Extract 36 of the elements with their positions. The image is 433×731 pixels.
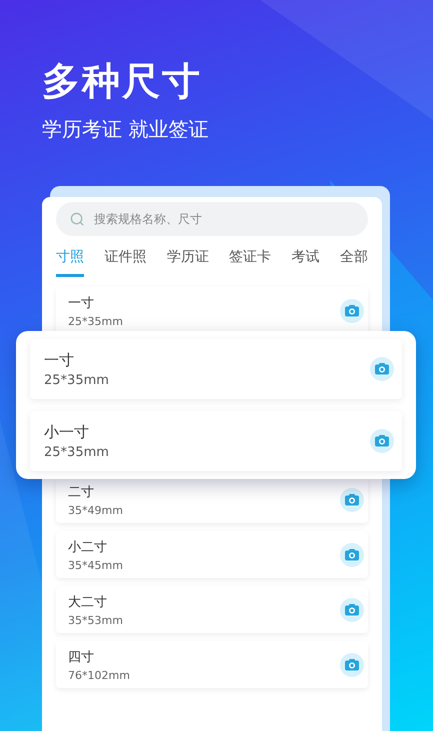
- camera-icon[interactable]: [340, 488, 364, 512]
- camera-icon[interactable]: [340, 298, 364, 322]
- size-card[interactable]: 大二寸 35*53mm: [56, 586, 368, 633]
- size-card[interactable]: 小二寸 35*45mm: [56, 531, 368, 578]
- size-card[interactable]: 四寸 76*102mm: [56, 641, 368, 688]
- camera-icon[interactable]: [340, 598, 364, 622]
- category-tab[interactable]: 证件照: [104, 244, 146, 277]
- search-field[interactable]: 搜索规格名称、尺寸: [56, 202, 368, 236]
- size-card[interactable]: 一寸 25*35mm: [56, 287, 368, 334]
- camera-icon[interactable]: [340, 652, 364, 676]
- camera-icon[interactable]: [370, 429, 394, 453]
- camera-icon[interactable]: [370, 357, 394, 381]
- size-name: 大二寸: [68, 594, 108, 610]
- size-name: 二寸: [68, 484, 95, 500]
- size-dimensions: 35*49mm: [68, 504, 123, 516]
- size-dimensions: 25*35mm: [44, 372, 109, 388]
- size-card[interactable]: 二寸 35*49mm: [56, 476, 368, 523]
- size-name: 小二寸: [68, 538, 108, 556]
- subheadline: 学历考证 就业签证: [42, 116, 210, 142]
- size-dimensions: 25*35mm: [44, 444, 109, 460]
- camera-icon[interactable]: [340, 542, 364, 566]
- category-tab[interactable]: 签证卡: [229, 244, 272, 277]
- size-name: 四寸: [68, 648, 95, 666]
- size-name: 小一寸: [44, 422, 90, 442]
- size-dimensions: 76*102mm: [68, 668, 130, 682]
- category-tab[interactable]: 学历证: [166, 244, 209, 277]
- category-tab[interactable]: 全部: [340, 244, 368, 277]
- size-dimensions: 35*53mm: [68, 614, 123, 626]
- size-dimensions: 35*45mm: [68, 558, 123, 572]
- size-name: 一寸: [68, 294, 95, 312]
- size-card[interactable]: 小一寸 25*35mm: [30, 411, 402, 471]
- size-card[interactable]: 一寸 25*35mm: [30, 339, 402, 399]
- category-tab[interactable]: 考试: [292, 244, 320, 277]
- size-name: 一寸: [44, 350, 75, 370]
- size-dimensions: 25*35mm: [68, 314, 123, 328]
- headline: 多种尺寸: [42, 58, 203, 104]
